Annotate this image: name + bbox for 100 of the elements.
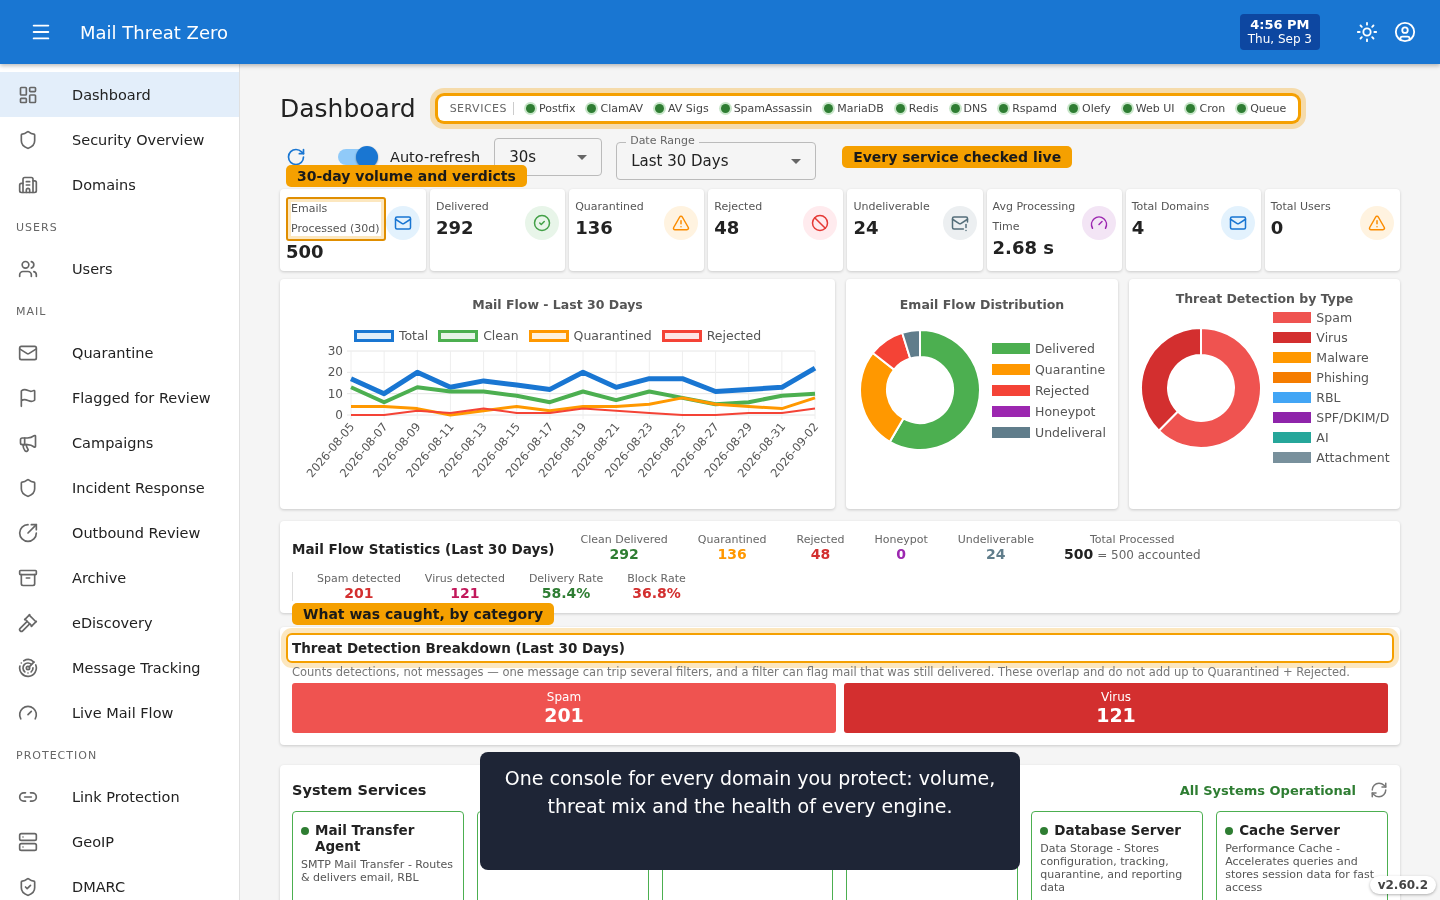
stat-label: Spam detected	[317, 572, 401, 585]
stat-label: Virus detected	[424, 572, 505, 585]
axis-label: 0	[334, 408, 343, 422]
stat-note: = 500 accounted	[1097, 548, 1201, 562]
stat-label: Delivery Rate	[528, 572, 604, 585]
tour-callout: What was caught, by category	[292, 603, 555, 625]
sidebar-item[interactable]: Incident Response	[0, 465, 239, 510]
sidebar-item[interactable]: Archive	[0, 555, 239, 600]
stat-value: 24	[853, 217, 880, 238]
sidebar-item[interactable]: eDiscovery	[0, 600, 239, 645]
clock-time: 4:56 PM	[1249, 17, 1311, 32]
stat-label: Honeypot	[874, 533, 928, 546]
axis-label: 20	[327, 365, 343, 380]
sidebar-item[interactable]: Quarantine	[0, 330, 239, 375]
sidebar-item[interactable]: Dashboard	[0, 72, 239, 117]
stat-label: Rejected	[714, 199, 763, 215]
service-name: Olefy	[1082, 102, 1111, 115]
stat-label: Block Rate	[627, 572, 686, 585]
stat-label: Delivered	[436, 199, 489, 215]
stat-label: Total Users	[1270, 199, 1331, 215]
tour-callout: 30-day volume and verdicts	[286, 165, 527, 187]
legend-label: Quarantined	[573, 328, 652, 343]
legend-label: Delivered	[1035, 340, 1095, 356]
threat-tile: Virus 121	[844, 683, 1388, 733]
service-description: Data Storage - Stores configuration, tracking, quarantine, and reporting data	[1040, 842, 1184, 894]
legend-label: Malware	[1316, 350, 1369, 365]
sidebar-item[interactable]: Outbound Review	[0, 510, 239, 555]
stat-value: 48	[714, 217, 741, 238]
service-name: Queue	[1250, 102, 1287, 115]
legend-label: AI	[1316, 430, 1329, 445]
service-name: Web UI	[1135, 102, 1175, 115]
card-note: Counts detections, not messages — one message can trip several filters, and a filter can flag mail that was still delivered. These overlap and do not add up to Quarantined + Rejected.	[292, 665, 1351, 679]
legend-label: Rejected	[706, 328, 762, 343]
stat-label: Rejected	[796, 533, 845, 546]
card-title: System Services	[292, 782, 427, 798]
stat-value: 2.68 s	[992, 237, 1055, 258]
stat-label: Quarantined	[697, 533, 767, 546]
sidebar-item[interactable]: GeoIP	[0, 819, 239, 864]
page-title: Dashboard	[280, 94, 416, 123]
legend-label: Virus	[1316, 330, 1348, 345]
chart-title: Threat Detection by Type	[1175, 291, 1354, 306]
stat-label: Quarantined	[575, 199, 644, 215]
legend-label: Quarantine	[1035, 361, 1106, 377]
stat-label: Undeliverable	[957, 533, 1034, 546]
service-description: SMTP Mail Transfer - Routes & delivers email, RBL	[301, 858, 455, 884]
stat-value: 292	[608, 546, 640, 562]
stat-value: 24	[985, 546, 1007, 562]
tour-callout: Every service checked live	[842, 146, 1073, 168]
legend-label: RBL	[1316, 390, 1341, 405]
stat-value: 0	[1270, 217, 1285, 238]
sidebar-item[interactable]: Campaigns	[0, 420, 239, 465]
service-name: Cache Server	[1239, 822, 1340, 838]
service-name: Mail Transfer Agent	[315, 822, 416, 854]
stat-label: Undeliverable	[853, 199, 930, 215]
stat-value: 4	[1131, 217, 1146, 238]
service-name: Postfix	[539, 102, 576, 115]
sidebar-item[interactable]: Users	[0, 246, 239, 291]
sidebar-item[interactable]: DMARC	[0, 864, 239, 900]
sidebar-item[interactable]: Message Tracking	[0, 645, 239, 690]
service-name: Database Server	[1054, 822, 1182, 838]
stat-label: Total Domains	[1131, 199, 1210, 215]
sidebar-item[interactable]: Flagged for Review	[0, 375, 239, 420]
sidebar-item[interactable]: Domains	[0, 162, 239, 207]
stat-value: 500	[1063, 546, 1094, 562]
sidebar-item[interactable]: Live Mail Flow	[0, 690, 239, 735]
sidebar-item[interactable]: Security Overview	[0, 117, 239, 162]
stat-value: 292	[436, 217, 475, 238]
stat-value: 36.8%	[631, 585, 682, 601]
sidebar-item[interactable]: Link Protection	[0, 774, 239, 819]
stat-value: 136	[716, 546, 748, 562]
threat-tile: Spam 201	[292, 683, 836, 733]
service-name: ClamAV	[600, 102, 643, 115]
chart-title: Mail Flow - Last 30 Days	[472, 297, 643, 312]
chart-title: Email Flow Distribution	[899, 297, 1065, 312]
stat-value: 121	[449, 585, 481, 601]
legend-label: Rejected	[1035, 382, 1090, 398]
sidebar-heading: MAIL	[15, 304, 48, 320]
stat-value: 136	[575, 217, 614, 238]
card-title: Mail Flow Statistics (Last 30 Days)	[292, 541, 555, 557]
services-label: SERVICES	[449, 102, 514, 115]
stat-value: 58.4%	[540, 585, 592, 601]
legend-label: SPF/DKIM/D	[1316, 410, 1390, 425]
app-title: Mail Threat Zero	[80, 21, 229, 43]
stat-value: 0	[895, 546, 907, 562]
stat-label: Emails Processed (30d)	[286, 197, 386, 241]
card-title: Threat Detection Breakdown (Last 30 Days)	[286, 633, 1394, 663]
axis-label: 30	[327, 344, 343, 358]
stat-value: 201	[343, 585, 375, 601]
stat-value: 500	[286, 241, 325, 262]
legend-label: Honeypot	[1035, 403, 1096, 419]
legend-label: Phishing	[1316, 370, 1370, 385]
service-name: Redis	[908, 102, 939, 115]
stat-label: Clean Delivered	[580, 533, 668, 546]
auto-refresh-label: Auto-refresh	[390, 149, 481, 165]
status-text: All Systems Operational	[1179, 782, 1356, 798]
service-name: Rspamd	[1012, 102, 1057, 115]
clock-date: Thu, Sep 3	[1247, 32, 1312, 47]
legend-label: Undeliveral	[1035, 424, 1106, 440]
service-name: Cron	[1199, 102, 1226, 115]
stat-value: 48	[809, 546, 832, 562]
